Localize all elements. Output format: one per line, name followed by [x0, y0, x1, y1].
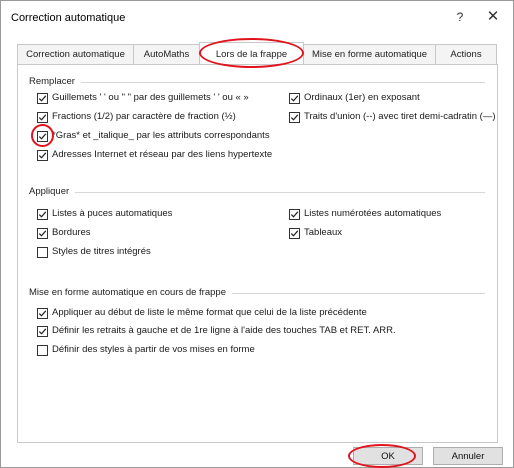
tab-panel: Remplacer Guillemets ' ' ou " " par des … [17, 64, 498, 443]
tab-lors-de-la-frappe[interactable]: Lors de la frappe [199, 42, 304, 65]
checkbox[interactable] [289, 209, 300, 220]
checkbox[interactable] [37, 150, 48, 161]
checkbox[interactable] [37, 326, 48, 337]
checkbox[interactable] [37, 93, 48, 104]
check-mark-icon [38, 230, 47, 237]
option-label: *Gras* et _italique_ par les attributs c… [52, 130, 270, 141]
check-mark-icon [290, 211, 299, 218]
checkbox[interactable] [289, 93, 300, 104]
option-label: Tableaux [304, 227, 343, 238]
option-label: Appliquer au début de liste le même form… [52, 307, 367, 318]
close-button[interactable]: ✕ [481, 7, 505, 27]
option-label: Adresses Internet et réseau par des lien… [52, 149, 273, 160]
checkbox[interactable] [37, 112, 48, 123]
group-title-remplacer: Remplacer [29, 76, 81, 87]
checkbox[interactable] [289, 112, 300, 123]
cancel-button[interactable]: Annuler [433, 447, 503, 465]
option-label: Fractions (1/2) par caractère de fractio… [52, 111, 236, 122]
check-mark-icon [290, 95, 299, 102]
option-label: Styles de titres intégrés [52, 246, 151, 257]
group-divider [29, 192, 485, 193]
option-label: Guillemets ' ' ou " " par des guillemets… [52, 92, 249, 103]
option-label: Listes à puces automatiques [52, 208, 173, 219]
title-bar: Correction automatique ? ✕ [1, 1, 513, 33]
help-button[interactable]: ? [449, 7, 471, 27]
group-divider [29, 82, 485, 83]
option-label: Ordinaux (1er) en exposant [304, 92, 420, 103]
dialog-title: Correction automatique [11, 12, 126, 24]
option-label: Définir des styles à partir de vos mises… [52, 344, 255, 355]
tab-automaths[interactable]: AutoMaths [133, 44, 200, 64]
check-mark-icon [38, 133, 47, 140]
check-mark-icon [290, 114, 299, 121]
option-label: Listes numérotées automatiques [304, 208, 442, 219]
group-title-mise-en-forme: Mise en forme automatique en cours de fr… [29, 287, 232, 298]
checkbox[interactable] [37, 228, 48, 239]
checkbox[interactable] [289, 228, 300, 239]
check-mark-icon [38, 211, 47, 218]
checkbox[interactable] [37, 247, 48, 258]
check-mark-icon [38, 328, 47, 335]
ok-button[interactable]: OK [353, 447, 423, 465]
checkbox[interactable] [37, 209, 48, 220]
checkbox[interactable] [37, 131, 48, 142]
option-label: Bordures [52, 227, 91, 238]
check-mark-icon [38, 95, 47, 102]
check-mark-icon [38, 310, 47, 317]
tab-correction-automatique[interactable]: Correction automatique [17, 44, 134, 64]
checkbox[interactable] [37, 345, 48, 356]
autocorrect-dialog: Correction automatique ? ✕ Correction au… [0, 0, 514, 468]
option-label: Définir les retraits à gauche et de 1re … [52, 325, 396, 336]
check-mark-icon [290, 230, 299, 237]
check-mark-icon [38, 114, 47, 121]
option-label: Traits d'union (--) avec tiret demi-cadr… [304, 111, 496, 122]
check-mark-icon [38, 152, 47, 159]
checkbox[interactable] [37, 308, 48, 319]
tab-actions[interactable]: Actions [435, 44, 497, 64]
tab-mise-en-forme-automatique[interactable]: Mise en forme automatique [303, 44, 436, 64]
group-title-appliquer: Appliquer [29, 186, 76, 197]
